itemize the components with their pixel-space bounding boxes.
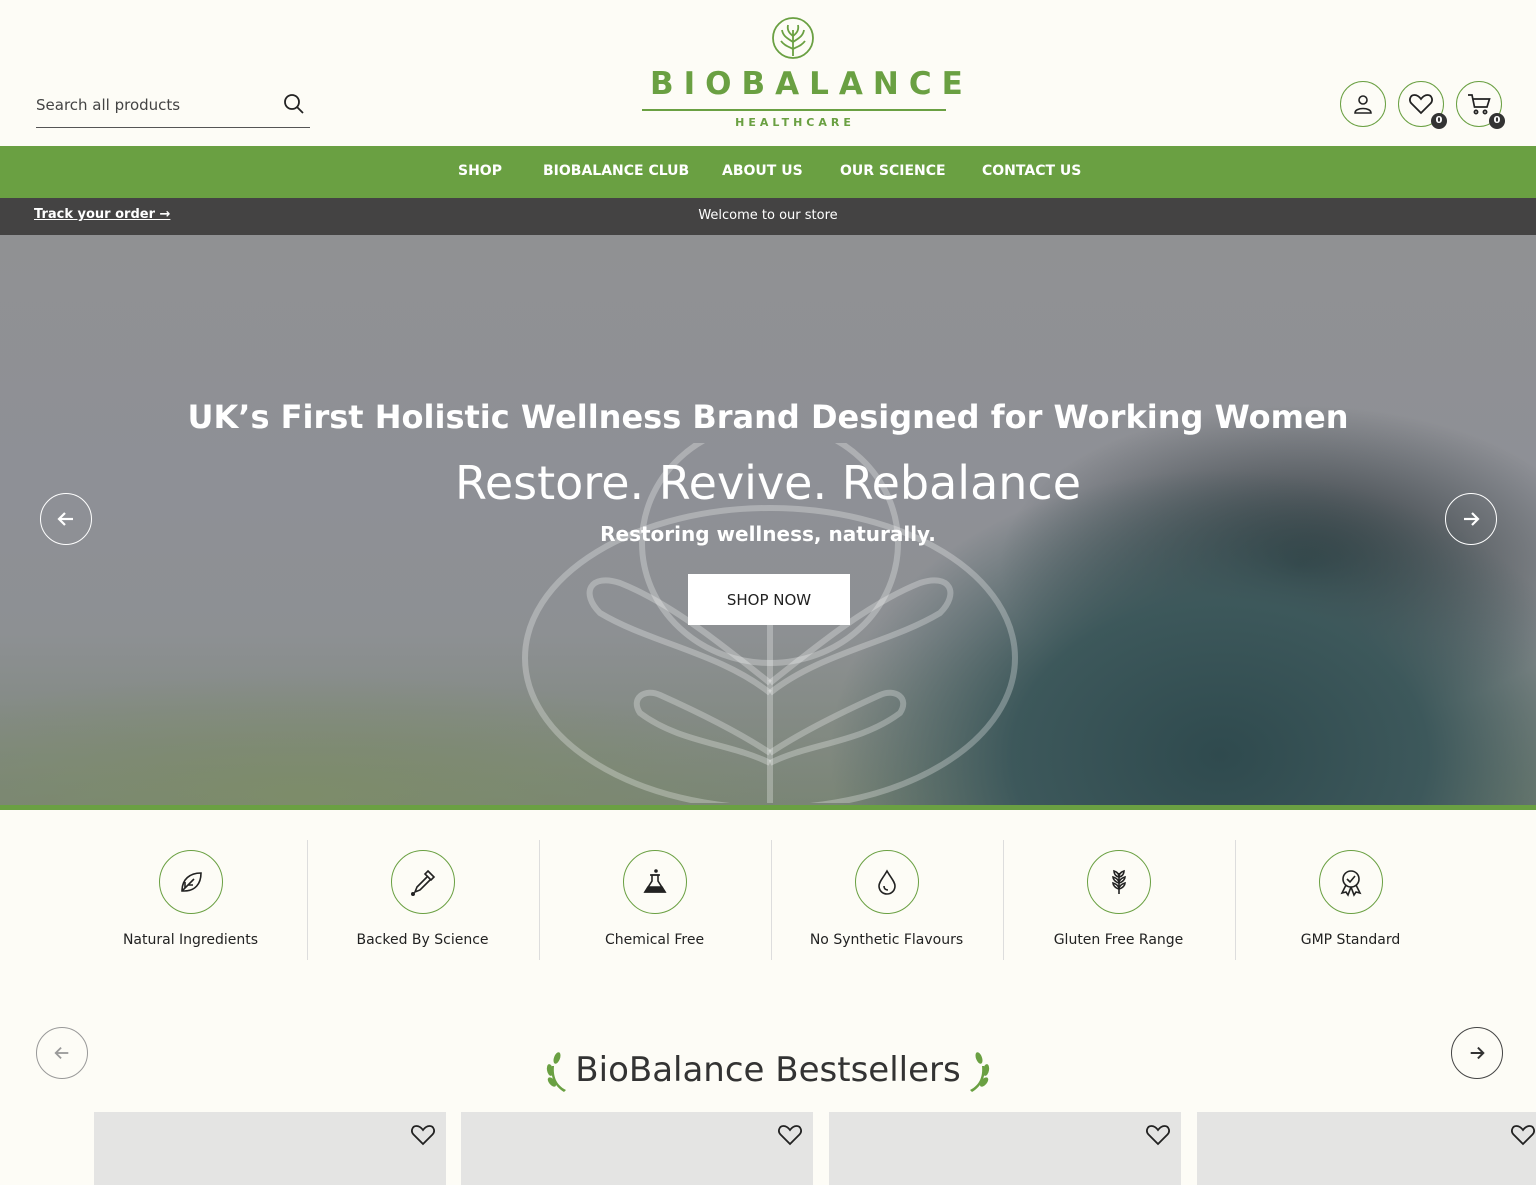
hero-divider [0, 805, 1536, 810]
wheat-icon [1112, 869, 1126, 894]
feature-icon-ring [391, 850, 455, 914]
welcome-message: Welcome to our store [698, 208, 838, 223]
drop-icon [878, 869, 896, 895]
feature-label: Natural Ingredients [122, 932, 259, 948]
cart-count: 0 [1489, 113, 1505, 129]
award-icon [1340, 870, 1362, 897]
bestsellers-title: BioBalance Bestsellers [575, 1050, 961, 1090]
flask-icon [643, 869, 667, 893]
feature-label: No Synthetic Flavours [809, 932, 964, 948]
feature-natural-ingredients: Natural Ingredients [75, 840, 306, 960]
hero-heading: UK’s First Holistic Wellness Brand Desig… [187, 398, 1349, 436]
nav-item-about-us[interactable]: ABOUT US [722, 163, 803, 179]
search-icon[interactable] [282, 92, 306, 116]
hero-banner: UK’s First Holistic Wellness Brand Desig… [0, 235, 1536, 805]
search-bar [36, 86, 310, 128]
feature-gluten-free-range: Gluten Free Range [1003, 840, 1234, 960]
product-card[interactable] [829, 1112, 1181, 1185]
heart-icon[interactable] [1145, 1122, 1171, 1148]
main-nav: SHOP BIOBALANCE CLUB ABOUT US OUR SCIENC… [0, 146, 1536, 198]
feature-label: GMP Standard [1300, 932, 1401, 948]
feature-label: Chemical Free [604, 932, 705, 948]
feature-icon-ring [1087, 850, 1151, 914]
leaf-icon [181, 872, 202, 892]
cart-icon [1468, 94, 1491, 115]
feature-icon-ring [1319, 850, 1383, 914]
site-logo[interactable]: BIOBALANCE HEALTHCARE [640, 16, 973, 132]
nav-item-contact-us[interactable]: CONTACT US [982, 163, 1081, 179]
search-input[interactable] [36, 92, 266, 118]
hero-prev-button[interactable] [40, 493, 92, 545]
feature-icon-ring [159, 850, 223, 914]
nav-item-shop[interactable]: SHOP [458, 163, 502, 179]
account-icon [1354, 95, 1372, 114]
brand-subtitle: HEALTHCARE [735, 116, 855, 129]
wishlist-button[interactable]: 0 [1398, 81, 1447, 129]
account-button[interactable] [1340, 81, 1386, 127]
hero-tagline: Restoring wellness, naturally. [600, 522, 936, 546]
hero-next-button[interactable] [1445, 493, 1497, 545]
heart-icon[interactable] [410, 1122, 436, 1148]
feature-icon-ring [855, 850, 919, 914]
heart-icon [1409, 94, 1433, 115]
shop-now-button[interactable]: SHOP NOW [688, 574, 850, 625]
feature-no-synthetic-flavours: No Synthetic Flavours [771, 840, 1002, 960]
feature-label: Backed By Science [356, 932, 489, 948]
hero-title: Restore. Revive. Rebalance [454, 456, 1082, 510]
product-card[interactable] [1197, 1112, 1536, 1185]
nav-item-biobalance-club[interactable]: BIOBALANCE CLUB [543, 163, 689, 179]
arrow-right-icon [1464, 512, 1480, 526]
product-card[interactable] [94, 1112, 446, 1185]
feature-gmp-standard: GMP Standard [1235, 840, 1466, 960]
feature-label: Gluten Free Range [1053, 932, 1184, 948]
cart-button[interactable]: 0 [1456, 81, 1505, 129]
feature-backed-by-science: Backed By Science [307, 840, 538, 960]
tree-logo-icon [772, 17, 814, 59]
dropper-icon [410, 869, 436, 896]
brand-name: BIOBALANCE [650, 66, 973, 102]
site-header: BIOBALANCE HEALTHCARE 0 0 [0, 0, 1536, 146]
heart-icon[interactable] [1510, 1122, 1536, 1148]
announcement-bar: Track your order → Welcome to our store [0, 198, 1536, 235]
product-card[interactable] [461, 1112, 813, 1185]
wishlist-count: 0 [1431, 113, 1447, 129]
heart-icon[interactable] [777, 1122, 803, 1148]
laurel-right-icon [970, 1052, 990, 1092]
feature-chemical-free: Chemical Free [539, 840, 770, 960]
logo-rule [642, 109, 946, 111]
nav-item-our-science[interactable]: OUR SCIENCE [840, 163, 946, 179]
feature-icon-ring [623, 850, 687, 914]
arrow-left-icon [57, 512, 73, 526]
